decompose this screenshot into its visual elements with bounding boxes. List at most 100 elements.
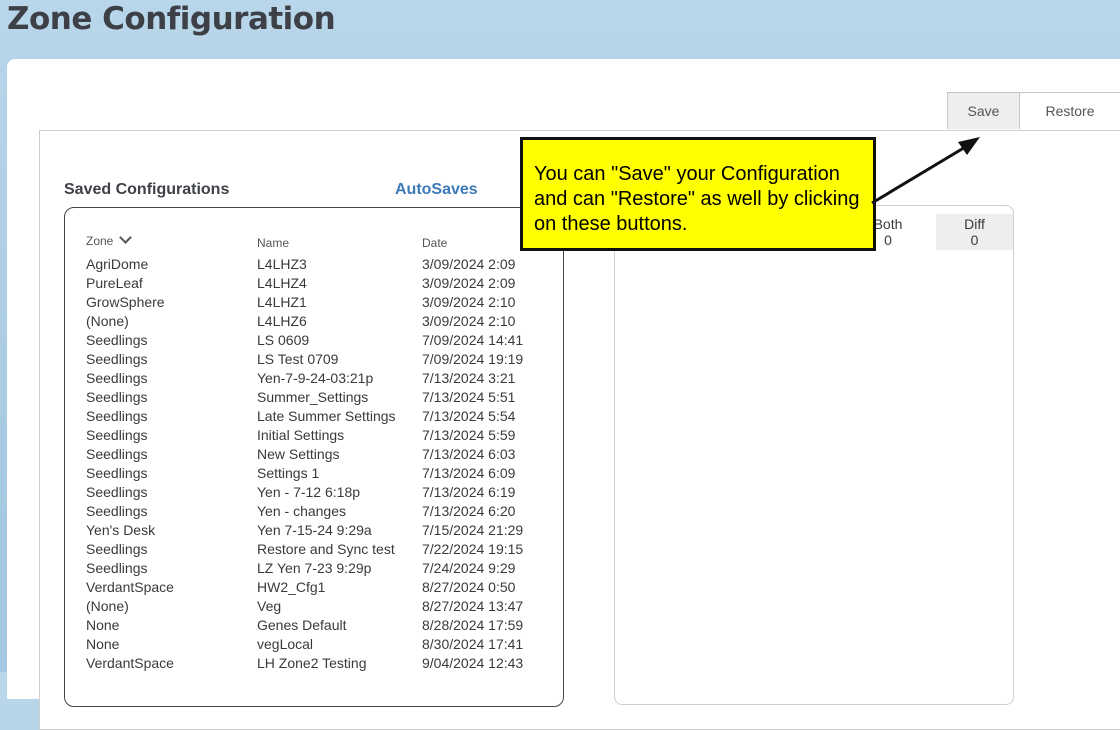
table-row[interactable]: Seedlings LS 0609 7/09/2024 14:41 — [86, 331, 556, 350]
row-date: 7/09/2024 14:41 — [422, 332, 524, 348]
row-date: 8/28/2024 17:59 — [422, 617, 524, 633]
tutorial-callout: You can "Save" your Configuration and ca… — [520, 137, 876, 251]
table-row[interactable]: (None) L4LHZ6 3/09/2024 2:10 — [86, 312, 556, 331]
row-date: 7/13/2024 6:20 — [422, 503, 516, 519]
row-name: HW2_Cfg1 — [257, 579, 326, 595]
row-zone: VerdantSpace — [86, 579, 174, 595]
row-date: 3/09/2024 2:10 — [422, 313, 516, 329]
row-name: L4LHZ3 — [257, 256, 307, 272]
row-date: 3/09/2024 2:10 — [422, 294, 516, 310]
row-name: Veg — [257, 598, 282, 614]
table-row[interactable]: VerdantSpace LH Zone2 Testing 9/04/2024 12… — [86, 654, 556, 673]
row-zone: VerdantSpace — [86, 655, 174, 671]
tab-restore[interactable]: Restore — [1020, 92, 1120, 129]
column-header-zone[interactable]: Zone — [86, 231, 133, 248]
table-row[interactable]: VerdantSpace HW2_Cfg1 8/27/2024 0:50 — [86, 578, 556, 597]
saved-configurations-rows: AgriDome L4LHZ3 3/09/2024 2:09 PureLeaf L4LH… — [86, 255, 556, 673]
table-row[interactable]: Seedlings Summer_Settings 7/13/2024 5:51 — [86, 388, 556, 407]
row-zone: (None) — [86, 598, 129, 614]
row-date: 7/13/2024 6:09 — [422, 465, 516, 481]
row-zone: Seedlings — [86, 370, 148, 386]
table-row[interactable]: (None) Veg 8/27/2024 13:47 — [86, 597, 556, 616]
row-zone: Seedlings — [86, 503, 148, 519]
row-zone: Seedlings — [86, 465, 148, 481]
stat-diff-label: Diff — [964, 216, 985, 232]
table-row[interactable]: None Genes Default 8/28/2024 17:59 — [86, 616, 556, 635]
row-name: LZ Yen 7-23 9:29p — [257, 560, 372, 576]
stat-diff-value: 0 — [970, 232, 979, 248]
row-zone: None — [86, 636, 120, 652]
row-date: 8/27/2024 0:50 — [422, 579, 516, 595]
table-row[interactable]: Seedlings Late Summer Settings 7/13/2024 5… — [86, 407, 556, 426]
row-zone: Seedlings — [86, 560, 148, 576]
row-name: L4LHZ1 — [257, 294, 307, 310]
row-name: L4LHZ4 — [257, 275, 307, 291]
row-zone: Seedlings — [86, 446, 148, 462]
row-zone: Seedlings — [86, 427, 148, 443]
row-date: 7/13/2024 5:54 — [422, 408, 516, 424]
row-date: 7/13/2024 5:59 — [422, 427, 516, 443]
row-name: LS Test 0709 — [257, 351, 339, 367]
chevron-down-icon[interactable] — [119, 231, 133, 244]
page-title: Zone Configuration — [7, 1, 336, 37]
row-name: Restore and Sync test — [257, 541, 395, 557]
row-date: 7/13/2024 6:03 — [422, 446, 516, 462]
row-zone: Seedlings — [86, 389, 148, 405]
table-row[interactable]: Seedlings Yen - changes 7/13/2024 6:20 — [86, 502, 556, 521]
column-header-zone-label: Zone — [86, 234, 114, 248]
row-name: Yen-7-9-24-03:21p — [257, 370, 374, 386]
table-row[interactable]: GrowSphere L4LHZ1 3/09/2024 2:10 — [86, 293, 556, 312]
row-name: LH Zone2 Testing — [257, 655, 367, 671]
row-zone: Yen's Desk — [86, 522, 156, 538]
row-name: Summer_Settings — [257, 389, 369, 405]
row-date: 3/09/2024 2:09 — [422, 275, 516, 291]
row-name: Yen - 7-12 6:18p — [257, 484, 361, 500]
row-zone: Seedlings — [86, 541, 148, 557]
table-row[interactable]: Seedlings Restore and Sync test 7/22/2024 … — [86, 540, 556, 559]
comparison-panel — [614, 205, 1014, 705]
row-name: Initial Settings — [257, 427, 345, 443]
table-row[interactable]: Seedlings Yen-7-9-24-03:21p 7/13/2024 3:21 — [86, 369, 556, 388]
row-date: 8/27/2024 13:47 — [422, 598, 524, 614]
table-row[interactable]: PureLeaf L4LHZ4 3/09/2024 2:09 — [86, 274, 556, 293]
row-date: 7/24/2024 9:29 — [422, 560, 516, 576]
row-name: Settings 1 — [257, 465, 320, 481]
table-row[interactable]: None vegLocal 8/30/2024 17:41 — [86, 635, 556, 654]
row-name: LS 0609 — [257, 332, 310, 348]
row-zone: GrowSphere — [86, 294, 165, 310]
table-row[interactable]: Seedlings Initial Settings 7/13/2024 5:59 — [86, 426, 556, 445]
row-name: Genes Default — [257, 617, 347, 633]
row-zone: None — [86, 617, 120, 633]
row-zone: Seedlings — [86, 408, 148, 424]
row-date: 7/13/2024 6:19 — [422, 484, 516, 500]
row-date: 3/09/2024 2:09 — [422, 256, 516, 272]
row-zone: (None) — [86, 313, 129, 329]
row-date: 8/30/2024 17:41 — [422, 636, 524, 652]
table-row[interactable]: Yen's Desk Yen 7-15-24 9:29a 7/15/2024 21:… — [86, 521, 556, 540]
column-header-name: Name — [257, 236, 290, 250]
table-row[interactable]: AgriDome L4LHZ3 3/09/2024 2:09 — [86, 255, 556, 274]
row-zone: Seedlings — [86, 351, 148, 367]
row-date: 7/22/2024 19:15 — [422, 541, 524, 557]
row-date: 7/09/2024 19:19 — [422, 351, 524, 367]
row-zone: Seedlings — [86, 332, 148, 348]
row-name: L4LHZ6 — [257, 313, 307, 329]
row-name: vegLocal — [257, 636, 314, 652]
autosaves-link[interactable]: AutoSaves — [395, 181, 478, 199]
tab-save[interactable]: Save — [947, 92, 1020, 129]
row-date: 7/15/2024 21:29 — [422, 522, 524, 538]
table-row[interactable]: Seedlings New Settings 7/13/2024 6:03 — [86, 445, 556, 464]
row-name: Late Summer Settings — [257, 408, 396, 424]
table-row[interactable]: Seedlings Settings 1 7/13/2024 6:09 — [86, 464, 556, 483]
row-zone: Seedlings — [86, 484, 148, 500]
table-row[interactable]: Seedlings Yen - 7-12 6:18p 7/13/2024 6:19 — [86, 483, 556, 502]
row-name: Yen 7-15-24 9:29a — [257, 522, 372, 538]
table-row[interactable]: Seedlings LS Test 0709 7/09/2024 19:19 — [86, 350, 556, 369]
row-date: 9/04/2024 12:43 — [422, 655, 524, 671]
row-date: 7/13/2024 5:51 — [422, 389, 516, 405]
row-zone: PureLeaf — [86, 275, 143, 291]
table-row[interactable]: Seedlings LZ Yen 7-23 9:29p 7/24/2024 9:29 — [86, 559, 556, 578]
row-date: 7/13/2024 3:21 — [422, 370, 516, 386]
arrow-icon — [871, 137, 980, 205]
stat-diff: Diff 0 — [936, 214, 1013, 250]
